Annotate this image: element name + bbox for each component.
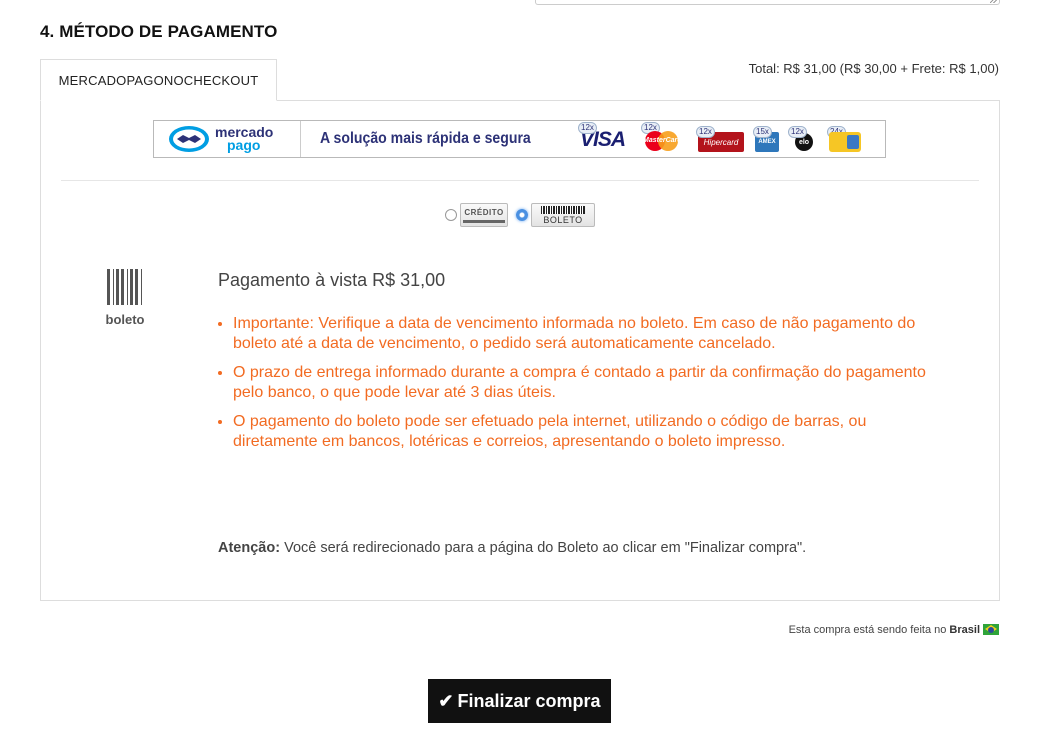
handshake-icon — [169, 126, 209, 152]
installments-badge: 12x — [578, 122, 597, 134]
other-card-icon: 24x — [827, 126, 861, 152]
method-boleto[interactable]: BOLETO — [516, 203, 595, 227]
country-prefix: Esta compra está sendo feita no — [788, 624, 947, 636]
payment-panel: mercado pago A solução mais rápida e seg… — [40, 100, 1000, 601]
brazil-flag-icon — [983, 624, 999, 635]
installments-badge: 15x — [753, 126, 772, 138]
payment-method-selector: CRÉDITO BOLETO — [41, 203, 999, 227]
finalize-purchase-button[interactable]: ✔ Finalizar compra — [428, 679, 611, 723]
boleto-notes: Importante: Verifique a data de vencimen… — [217, 314, 933, 461]
barcode-icon — [107, 269, 143, 305]
visa-card-icon: 12x VISA — [578, 122, 632, 152]
mercadopago-wordmark: mercado pago — [215, 125, 273, 153]
credit-card-icon[interactable]: CRÉDITO — [460, 203, 508, 227]
comments-textarea[interactable] — [535, 0, 1000, 5]
barcode-icon[interactable]: BOLETO — [531, 203, 595, 227]
boleto-radio[interactable] — [516, 209, 528, 221]
elo-card-icon: 12x elo — [788, 126, 818, 152]
mercadopago-banner: mercado pago A solução mais rápida e seg… — [153, 120, 886, 158]
country-notice: Esta compra está sendo feita no Brasil — [789, 624, 980, 636]
divider — [61, 180, 979, 181]
mercadopago-logo: mercado pago — [154, 121, 301, 157]
checkmark-icon: ✔ — [438, 690, 454, 711]
method-credito[interactable]: CRÉDITO — [445, 203, 508, 227]
section-title: 4. MÉTODO DE PAGAMENTO — [40, 22, 278, 41]
boleto-icon-label: boleto — [105, 312, 145, 327]
installments-badge: 12x — [788, 126, 807, 138]
boleto-method-label: BOLETO — [543, 214, 583, 225]
redirect-notice: Atenção: Você será redirecionado para a … — [218, 540, 806, 556]
country-name: Brasil — [949, 624, 980, 636]
resize-grip-icon[interactable] — [990, 0, 997, 3]
attention-text: Você será redirecionado para a página do… — [280, 540, 807, 556]
tab-mercadopago[interactable]: MERCADOPAGONOCHECKOUT — [40, 59, 277, 101]
credito-label: CRÉDITO — [464, 207, 504, 217]
list-item: O pagamento do boleto pode ser efetuado … — [233, 412, 933, 452]
attention-label: Atenção: — [218, 540, 281, 556]
order-total: Total: R$ 31,00 (R$ 30,00 + Frete: R$ 1,… — [748, 61, 999, 76]
brand-line-2: pago — [227, 137, 261, 153]
amex-card-icon: 15x AMEX — [753, 126, 779, 152]
mastercard-card-icon: 12x MasterCard — [641, 122, 687, 152]
list-item: O prazo de entrega informado durante a c… — [233, 363, 933, 403]
banner-tagline: A solução mais rápida e segura — [320, 130, 531, 147]
boleto-logo: boleto — [103, 269, 147, 327]
hipercard-card-icon: 12x Hipercard — [696, 126, 744, 152]
finalize-label: Finalizar compra — [457, 690, 601, 711]
card-brands: 12x VISA 12x MasterCard 12x Hipercard 15… — [578, 121, 861, 157]
credito-radio[interactable] — [445, 209, 457, 221]
list-item: Importante: Verifique a data de vencimen… — [233, 314, 933, 354]
installments-badge: 12x — [696, 126, 715, 138]
payment-title: Pagamento à vista R$ 31,00 — [218, 270, 446, 290]
